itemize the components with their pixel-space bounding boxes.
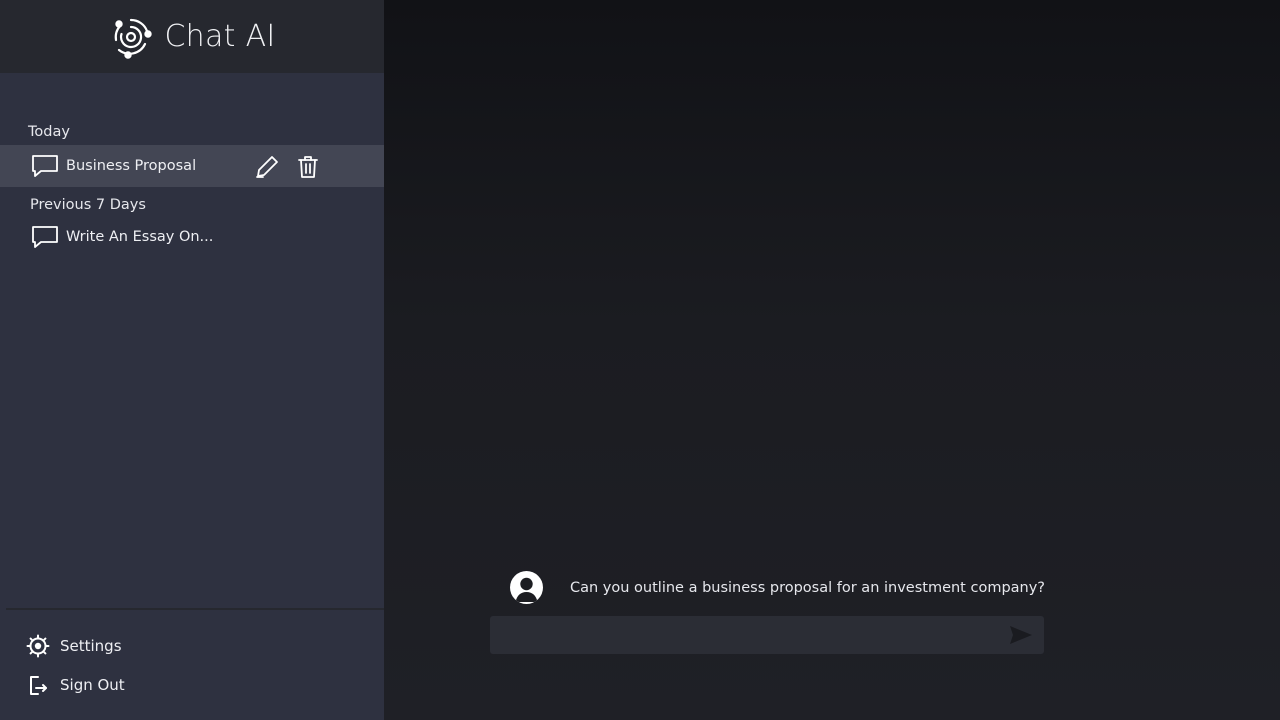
message-composer — [490, 616, 1044, 654]
pencil-icon — [256, 156, 278, 178]
ai-logo-icon — [115, 18, 153, 59]
chat-bubble-icon — [32, 226, 58, 248]
section-label-today: Today — [28, 124, 70, 140]
sign-out-label: Sign Out — [60, 676, 125, 694]
chat-item-title: Write An Essay On... — [66, 229, 214, 245]
message-text: Can you outline a business proposal for … — [570, 579, 1046, 596]
settings-label: Settings — [60, 637, 122, 655]
delete-chat-button[interactable] — [294, 153, 322, 181]
chat-panel: Can you outline a business proposal for … — [384, 0, 1280, 720]
send-button[interactable] — [1008, 623, 1034, 647]
app-title: Chat AI — [164, 19, 276, 54]
chat-item-write-an-essay[interactable]: Write An Essay On... — [0, 216, 384, 258]
section-label-previous-7-days: Previous 7 Days — [30, 197, 146, 213]
chat-bubble-icon — [32, 155, 58, 177]
user-avatar-icon — [510, 571, 543, 604]
user-message: Can you outline a business proposal for … — [510, 571, 1045, 604]
trash-icon — [298, 156, 318, 178]
sidebar: Chat AI Today Business Proposal Previous… — [0, 0, 384, 720]
chat-item-title: Business Proposal — [66, 158, 197, 174]
send-icon — [1010, 626, 1032, 644]
message-input[interactable] — [490, 616, 1044, 654]
chat-item-business-proposal[interactable]: Business Proposal — [0, 145, 384, 187]
sign-out-icon — [30, 676, 47, 695]
sign-out-button[interactable]: Sign Out — [26, 670, 125, 700]
sidebar-divider — [6, 608, 384, 610]
gear-icon — [26, 634, 50, 658]
brand-header: Chat AI — [0, 0, 384, 73]
edit-chat-button[interactable] — [253, 153, 281, 181]
settings-button[interactable]: Settings — [26, 631, 122, 661]
